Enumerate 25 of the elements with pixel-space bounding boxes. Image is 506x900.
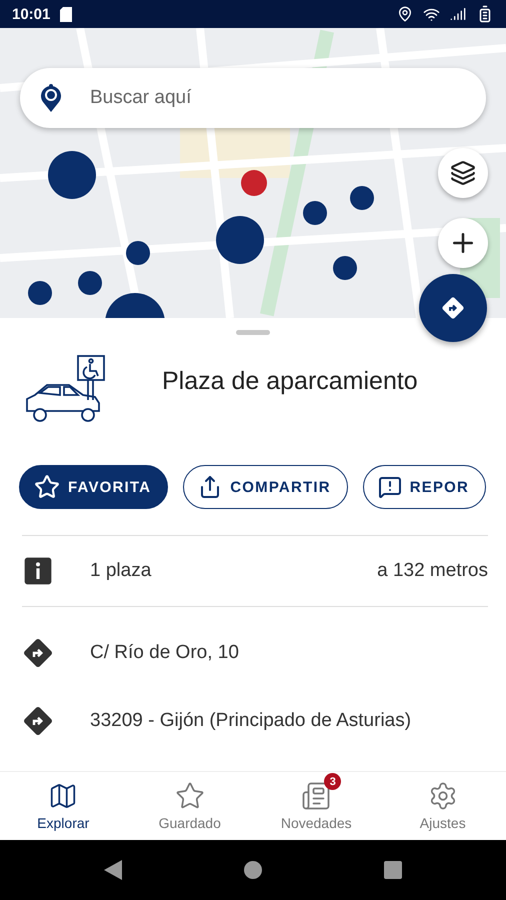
layers-icon bbox=[450, 160, 476, 186]
signal-icon bbox=[450, 6, 466, 22]
wheelchair-pin-icon bbox=[40, 83, 62, 113]
back-icon[interactable] bbox=[104, 860, 122, 880]
favorite-button[interactable]: FAVORITA bbox=[19, 465, 168, 509]
report-icon bbox=[378, 475, 402, 499]
distance-text: a 132 metros bbox=[377, 560, 488, 582]
drag-handle[interactable] bbox=[236, 330, 270, 335]
location-icon bbox=[397, 6, 413, 22]
detail-text: C/ Río de Oro, 10 bbox=[90, 642, 239, 664]
report-button[interactable]: REPOR bbox=[362, 465, 486, 509]
star-icon bbox=[174, 781, 205, 811]
star-icon bbox=[34, 474, 60, 500]
place-title: Plaza de aparcamiento bbox=[162, 367, 418, 396]
notification-badge: 3 bbox=[324, 773, 342, 790]
home-icon[interactable] bbox=[244, 861, 262, 879]
share-button[interactable]: COMPARTIR bbox=[183, 465, 348, 509]
newspaper-icon bbox=[301, 781, 332, 811]
search-field[interactable]: Buscar aquí bbox=[88, 86, 466, 110]
detail-text: 1 plaza bbox=[90, 560, 152, 582]
sd-card-icon bbox=[60, 6, 72, 22]
info-icon bbox=[22, 555, 54, 587]
detail-text: 33209 - Gijón (Principado de Asturias) bbox=[90, 710, 412, 732]
search-bar[interactable]: Buscar aquí bbox=[20, 68, 486, 128]
status-time: 10:01 bbox=[12, 6, 50, 22]
